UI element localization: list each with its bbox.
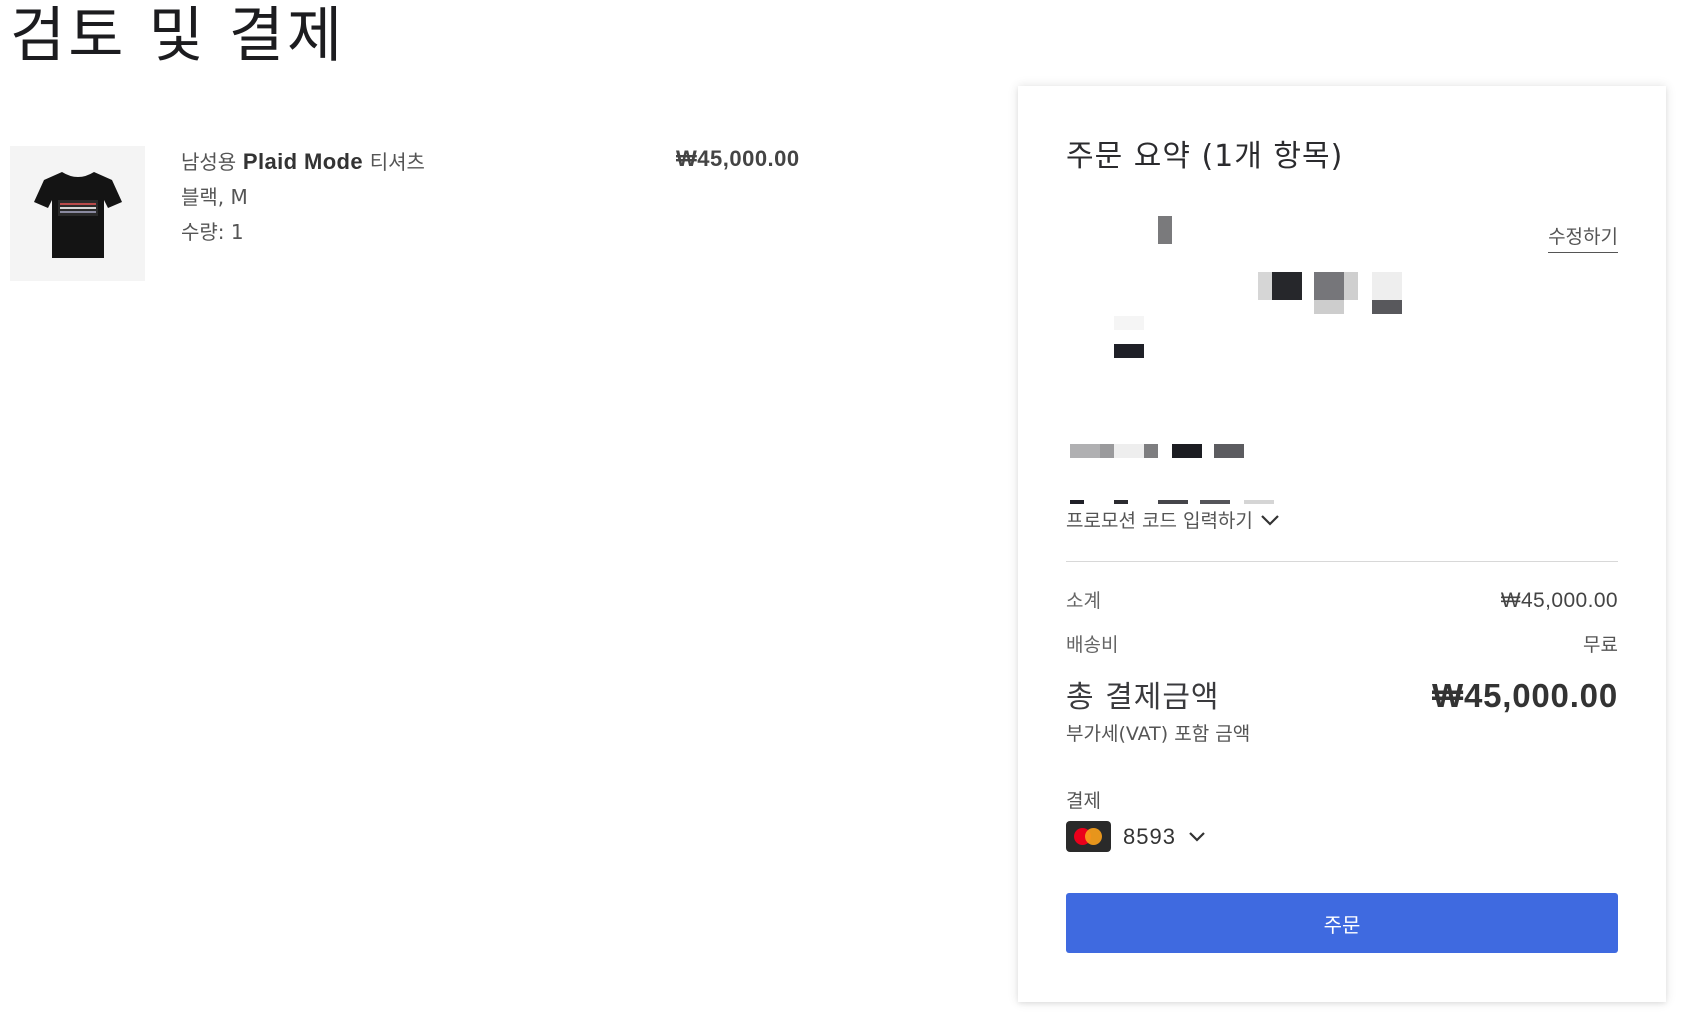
- product-name-main: Plaid Mode: [242, 149, 364, 174]
- chevron-down-icon: [1189, 831, 1205, 842]
- product-name: 남성용 Plaid Mode 티셔츠: [181, 144, 425, 180]
- product-name-suffix: 티셔츠: [369, 150, 425, 174]
- card-last4: 8593: [1123, 823, 1176, 849]
- order-summary-title: 주문 요약 (1개 항목): [1066, 139, 1344, 174]
- edit-link[interactable]: 수정하기: [1548, 222, 1618, 253]
- product-image: [10, 146, 145, 281]
- promo-code-toggle[interactable]: 프로모션 코드 입력하기: [1066, 506, 1281, 533]
- shipping-label: 배송비: [1066, 634, 1119, 656]
- order-summary-panel: 주문 요약 (1개 항목) 수정하기 프로모션 코드 입력하기 소계 ₩45,0…: [1018, 86, 1666, 1002]
- product-quantity: 수량: 1: [181, 220, 244, 244]
- total-value: ₩45,000.00: [1432, 677, 1618, 714]
- order-button[interactable]: 주문: [1066, 893, 1618, 953]
- total-label: 총 결제금액: [1066, 680, 1220, 715]
- product-info: 남성용 Plaid Mode 티셔츠 블랙, M 수량: 1: [181, 144, 425, 250]
- shipping-row: 배송비 무료: [1066, 630, 1618, 657]
- chevron-down-icon: [1261, 514, 1279, 526]
- subtotal-row: 소계 ₩45,000.00: [1066, 586, 1618, 613]
- page-title: 검토 및 결제: [10, 1, 346, 71]
- product-variant: 블랙, M: [181, 185, 248, 209]
- shipping-value: 무료: [1583, 634, 1618, 656]
- payment-label: 결제: [1066, 790, 1101, 812]
- mastercard-icon: [1066, 821, 1111, 852]
- promo-code-label: 프로모션 코드 입력하기: [1066, 510, 1253, 532]
- total-row: 총 결제금액 ₩45,000.00: [1066, 672, 1618, 716]
- subtotal-label: 소계: [1066, 590, 1101, 612]
- product-price: ₩45,000.00: [676, 146, 800, 171]
- product-name-prefix: 남성용: [181, 150, 237, 174]
- vat-note: 부가세(VAT) 포함 금액: [1066, 723, 1251, 745]
- subtotal-value: ₩45,000.00: [1500, 589, 1618, 612]
- summary-divider: [1066, 561, 1618, 562]
- payment-method-select[interactable]: 8593: [1066, 821, 1206, 852]
- tshirt-icon: [34, 172, 122, 258]
